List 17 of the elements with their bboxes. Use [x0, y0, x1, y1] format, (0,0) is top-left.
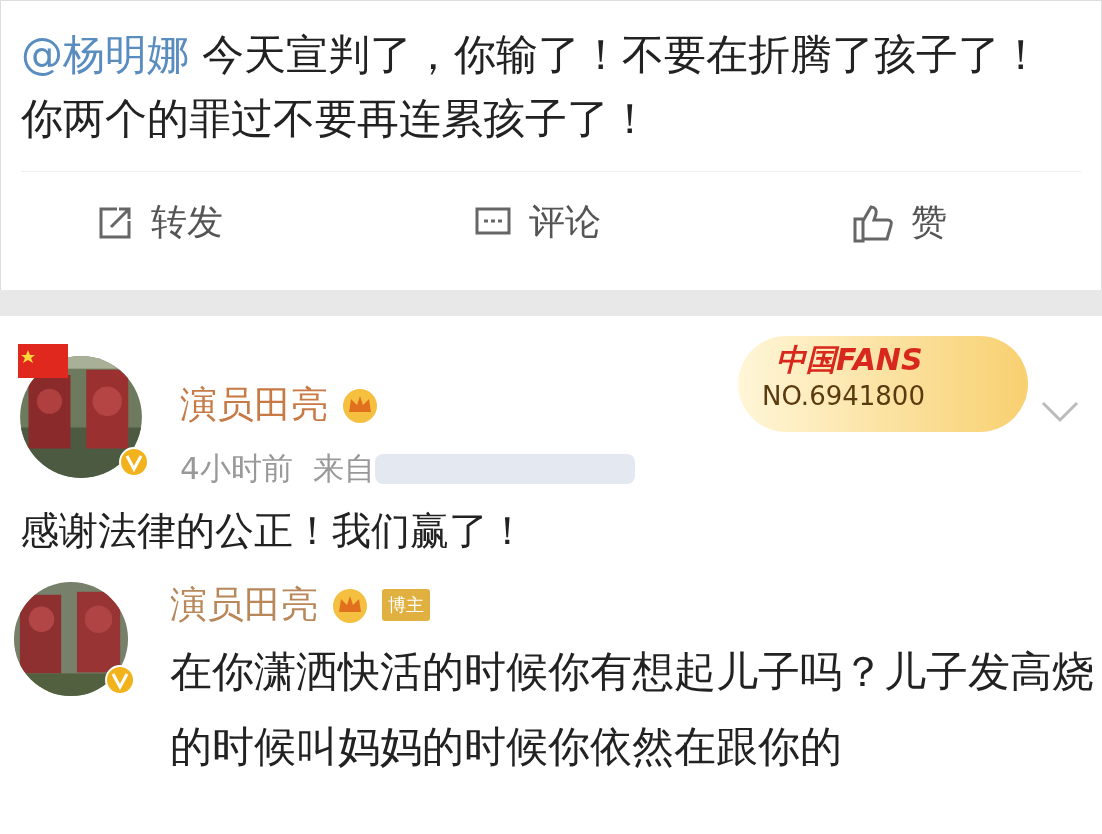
fan-number: NO.6941800	[762, 381, 925, 411]
mention-link[interactable]: @杨明娜	[21, 30, 189, 79]
reply-text: 感谢法律的公正！我们赢了！	[20, 507, 528, 555]
fan-badge-title: 中国FANS	[776, 341, 923, 379]
source-label: 来自	[312, 449, 375, 488]
repost-button[interactable]: 转发	[91, 194, 227, 251]
verified-badge-icon	[118, 446, 150, 478]
comment-button[interactable]: 评论	[469, 194, 605, 251]
chevron-down-icon[interactable]	[1040, 400, 1080, 424]
comment-text: 在你潇洒快活的时候你有想起儿子吗？儿子发高烧的时候叫妈妈的时候你依然在跟你的	[170, 646, 1095, 773]
post-time: 4小时前	[180, 449, 293, 488]
like-button[interactable]: 赞	[847, 194, 951, 251]
verified-badge-icon	[104, 664, 136, 696]
author-tag: 博主	[382, 589, 430, 621]
crown-icon	[330, 586, 370, 624]
post-text: @杨明娜 今天宣判了，你输了！不要在折腾了孩子了！你两个的罪过不要再连累孩子了！	[21, 29, 1044, 145]
crown-icon	[340, 386, 380, 424]
